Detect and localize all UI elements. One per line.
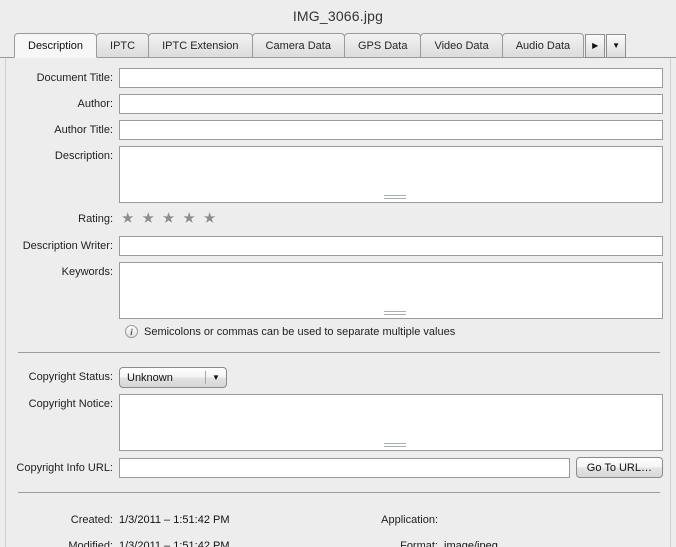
description-label: Description: xyxy=(54,150,113,162)
keywords-textarea[interactable] xyxy=(119,262,663,319)
copyright-notice-label: Copyright Notice: xyxy=(28,398,113,410)
field-row-description: Description: xyxy=(6,146,670,203)
format-value: image/jpeg xyxy=(444,540,498,547)
star-icon-3[interactable]: ★ xyxy=(162,211,175,227)
tab-label: IPTC Extension xyxy=(162,40,239,52)
field-row-document-title: Document Title: xyxy=(6,68,670,88)
format-label: Format: xyxy=(400,540,438,547)
document-title-field-wrap xyxy=(119,68,670,88)
star-icon-2[interactable]: ★ xyxy=(141,211,154,227)
field-row-description-writer: Description Writer: xyxy=(6,236,670,256)
tab-bar: Description IPTC IPTC Extension Camera D… xyxy=(0,32,676,58)
file-metadata: Created: 1/3/2011 – 1:51:42 PM Modified:… xyxy=(6,507,670,547)
chevron-down-icon: ▼ xyxy=(612,41,621,50)
copyright-notice-field-wrap xyxy=(119,394,670,451)
description-textarea[interactable] xyxy=(119,146,663,203)
document-title-input[interactable] xyxy=(119,68,663,88)
tab-menu-button[interactable]: ▼ xyxy=(606,34,627,58)
field-row-author: Author: xyxy=(6,94,670,114)
go-to-url-button[interactable]: Go To URL… xyxy=(575,457,663,478)
field-row-author-title: Author Title: xyxy=(6,120,670,140)
tab-description[interactable]: Description xyxy=(14,33,98,58)
metadata-row-created: Created: 1/3/2011 – 1:51:42 PM xyxy=(6,507,336,533)
page-title: IMG_3066.jpg xyxy=(292,8,384,24)
field-row-keywords: Keywords: xyxy=(6,262,670,319)
tab-label: Audio Data xyxy=(515,40,571,52)
copyright-status-select[interactable]: Unknown ▼ xyxy=(119,367,227,388)
author-label: Author: xyxy=(77,98,113,110)
copyright-info-url-label: Copyright Info URL: xyxy=(16,461,113,474)
author-title-field-wrap xyxy=(119,120,670,140)
copyright-notice-textarea[interactable] xyxy=(119,394,663,451)
file-metadata-left-column: Created: 1/3/2011 – 1:51:42 PM Modified:… xyxy=(6,507,336,547)
author-field-wrap xyxy=(119,94,670,114)
tab-iptc[interactable]: IPTC xyxy=(96,33,150,58)
metadata-form: Document Title: Author: Author Title: De… xyxy=(6,58,670,547)
field-row-copyright-status: Copyright Status: Unknown ▼ xyxy=(6,367,670,388)
copyright-status-label: Copyright Status: xyxy=(28,371,113,383)
tab-label: IPTC xyxy=(110,40,136,52)
info-icon: i xyxy=(125,325,138,338)
metadata-row-application: Application: xyxy=(336,507,498,533)
star-icon-4[interactable]: ★ xyxy=(182,211,195,227)
modified-label: Modified: xyxy=(68,540,113,547)
star-icon-1[interactable]: ★ xyxy=(121,211,134,227)
created-label: Created: xyxy=(70,514,113,526)
author-title-label: Author Title: xyxy=(54,124,113,136)
file-metadata-right-column: Application: Format: image/jpeg xyxy=(336,507,498,547)
description-field-wrap xyxy=(119,146,670,203)
tab-iptc-extension[interactable]: IPTC Extension xyxy=(148,33,253,58)
field-row-rating: Rating: ★ ★ ★ ★ ★ xyxy=(6,209,670,229)
keywords-hint-text: Semicolons or commas can be used to sepa… xyxy=(144,325,456,338)
rating-stars[interactable]: ★ ★ ★ ★ ★ xyxy=(119,211,216,227)
play-right-arrow-icon: ▶ xyxy=(592,41,599,50)
tab-next-button[interactable]: ▶ xyxy=(585,34,606,58)
description-writer-label: Description Writer: xyxy=(22,240,113,252)
field-row-copyright-info-url: Copyright Info URL: Go To URL… xyxy=(6,457,670,478)
modified-value: 1/3/2011 – 1:51:42 PM xyxy=(119,540,230,547)
description-panel: Document Title: Author: Author Title: De… xyxy=(5,58,671,547)
tab-label: GPS Data xyxy=(357,40,408,52)
author-title-input[interactable] xyxy=(119,120,663,140)
tab-label: Description xyxy=(28,40,84,52)
tab-video-data[interactable]: Video Data xyxy=(420,33,503,58)
metadata-row-modified: Modified: 1/3/2011 – 1:51:42 PM xyxy=(6,533,336,547)
rating-label: Rating: xyxy=(78,213,113,225)
tab-overflow-controls: ▶ ▼ xyxy=(584,34,627,58)
copyright-status-field-wrap: Unknown ▼ xyxy=(119,367,670,388)
created-value: 1/3/2011 – 1:51:42 PM xyxy=(119,514,230,526)
copyright-info-url-field-wrap xyxy=(119,457,576,478)
copyright-status-value: Unknown xyxy=(127,371,173,384)
description-writer-input[interactable] xyxy=(119,236,663,256)
keywords-hint: i Semicolons or commas can be used to se… xyxy=(125,325,670,338)
author-input[interactable] xyxy=(119,94,663,114)
tab-audio-data[interactable]: Audio Data xyxy=(501,33,585,58)
description-writer-field-wrap xyxy=(119,236,670,256)
star-icon-5[interactable]: ★ xyxy=(203,211,216,227)
application-label: Application: xyxy=(381,514,438,526)
field-row-copyright-notice: Copyright Notice: xyxy=(6,394,670,451)
metadata-row-format: Format: image/jpeg xyxy=(336,533,498,547)
tab-label: Video Data xyxy=(434,40,489,52)
title-bar: IMG_3066.jpg xyxy=(0,0,676,32)
copyright-info-url-input[interactable] xyxy=(119,457,570,478)
section-divider-metadata xyxy=(18,492,660,493)
tab-gps-data[interactable]: GPS Data xyxy=(343,33,422,58)
document-title-label: Document Title: xyxy=(36,72,113,84)
section-divider-copyright xyxy=(18,352,660,353)
chevron-down-icon: ▼ xyxy=(212,373,220,382)
tab-label: Camera Data xyxy=(265,40,331,52)
keywords-field-wrap xyxy=(119,262,670,319)
tab-camera-data[interactable]: Camera Data xyxy=(251,33,345,58)
keywords-label: Keywords: xyxy=(61,266,113,278)
